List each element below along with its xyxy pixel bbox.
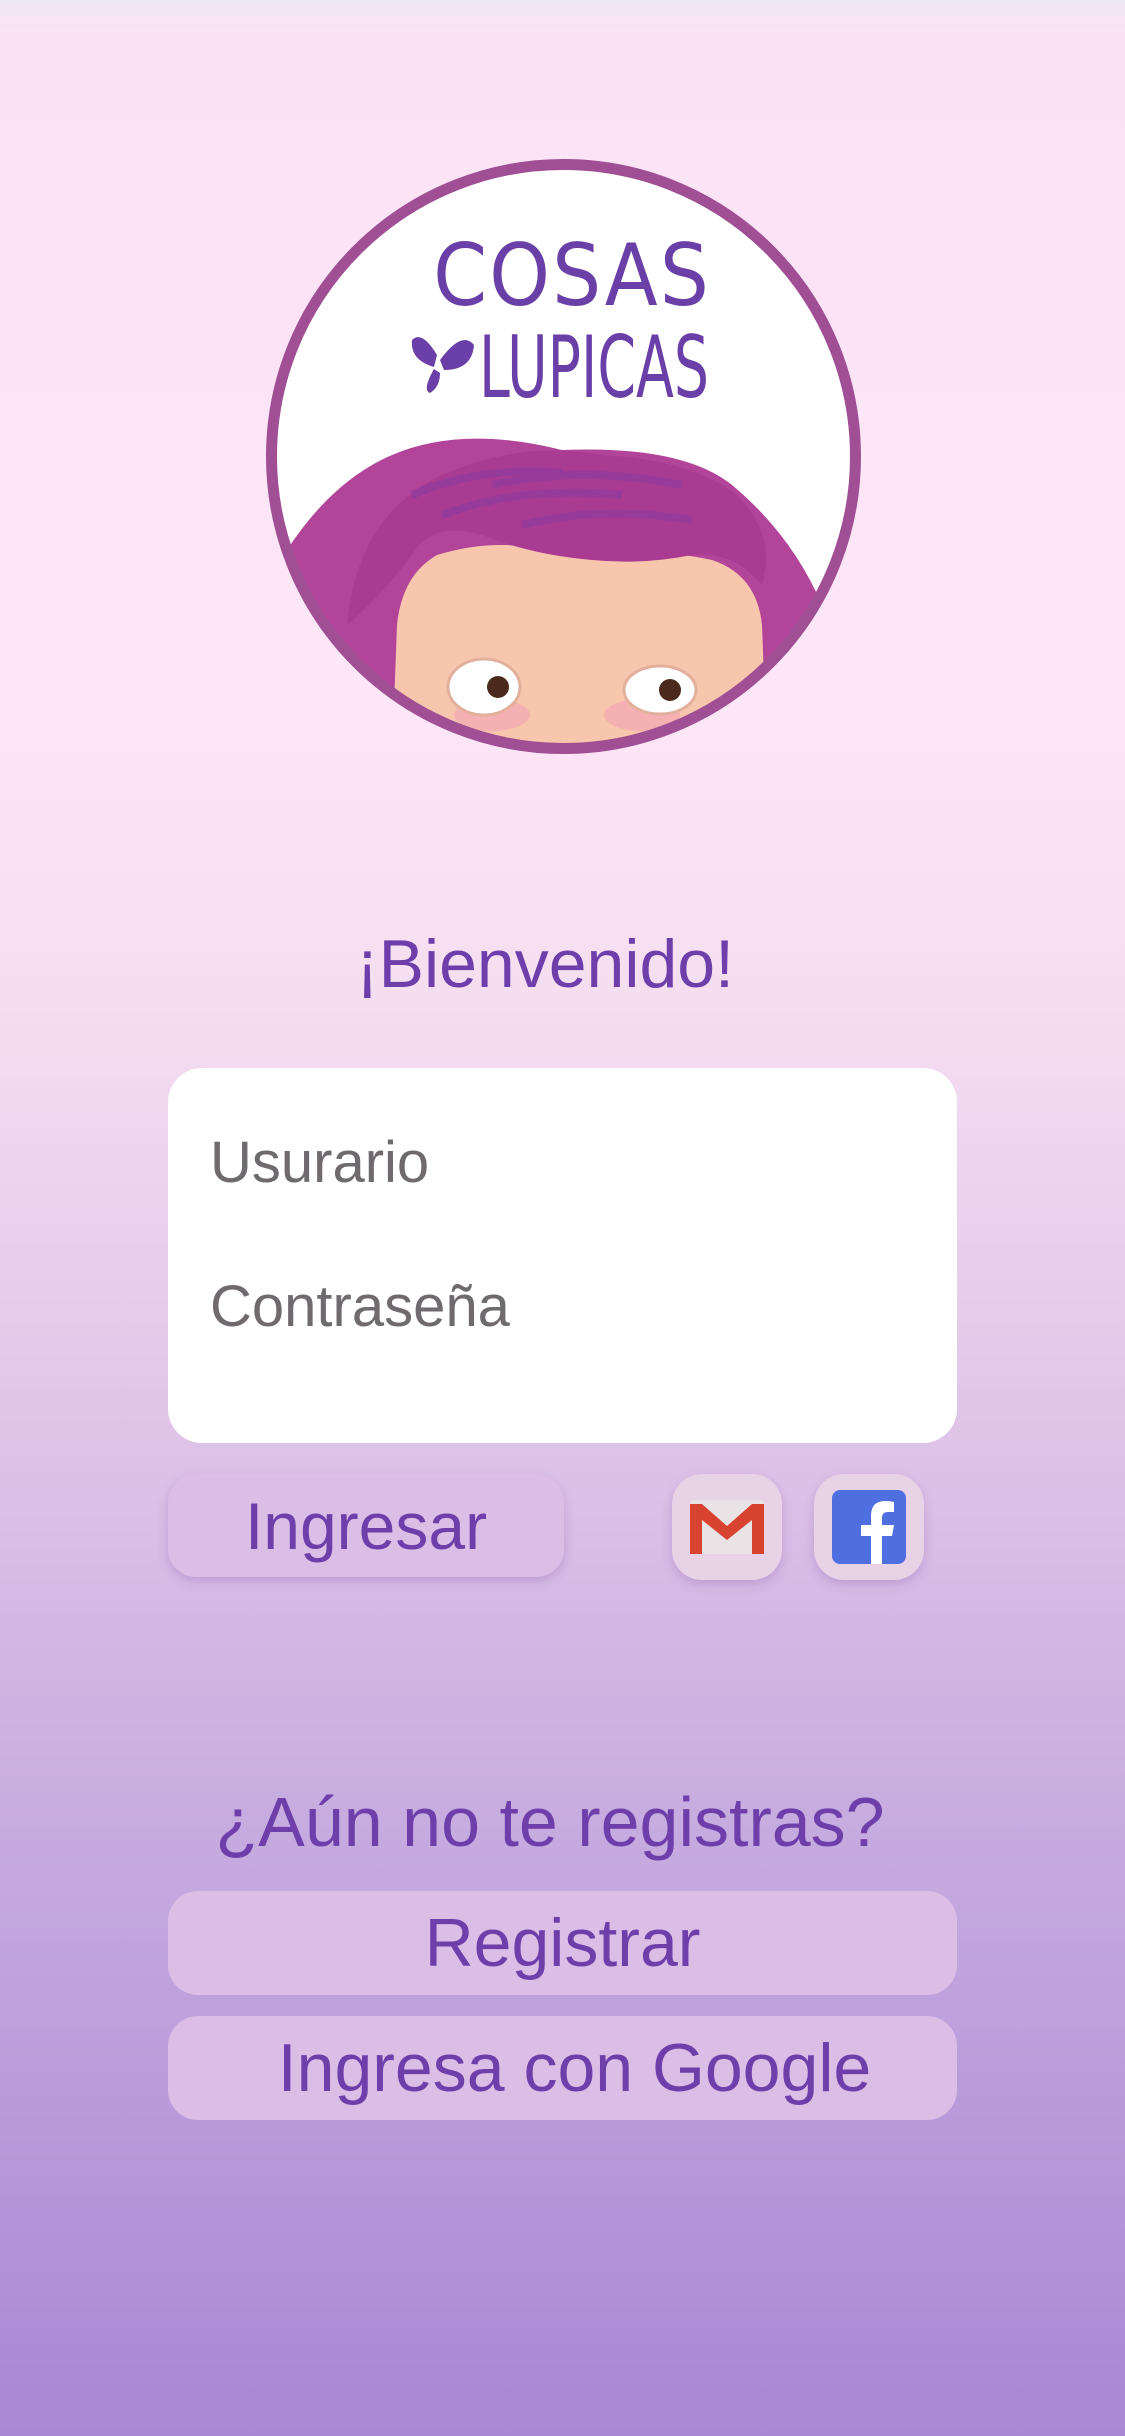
brand-logo: COSAS LUPICAS [262,155,865,758]
google-signin-button[interactable]: Ingresa con Google [168,2016,957,2120]
facebook-login-button[interactable] [814,1474,924,1580]
welcome-title: ¡Bienvenido! [355,926,735,1002]
logo-text-line1: COSAS [433,226,711,326]
gmail-icon [690,1500,764,1554]
username-input[interactable]: Usurario [210,1134,429,1192]
gmail-login-button[interactable] [672,1474,782,1580]
logo-text-line2: LUPICAS [479,318,709,418]
register-prompt: ¿Aún no te registras? [215,1783,885,1861]
logo-illustration: COSAS LUPICAS [266,159,861,754]
facebook-icon [832,1490,906,1564]
login-form: Usurario Contraseña [168,1068,957,1443]
register-button[interactable]: Registrar [168,1891,957,1995]
login-button[interactable]: Ingresar [168,1474,564,1577]
password-input[interactable]: Contraseña [210,1278,510,1336]
